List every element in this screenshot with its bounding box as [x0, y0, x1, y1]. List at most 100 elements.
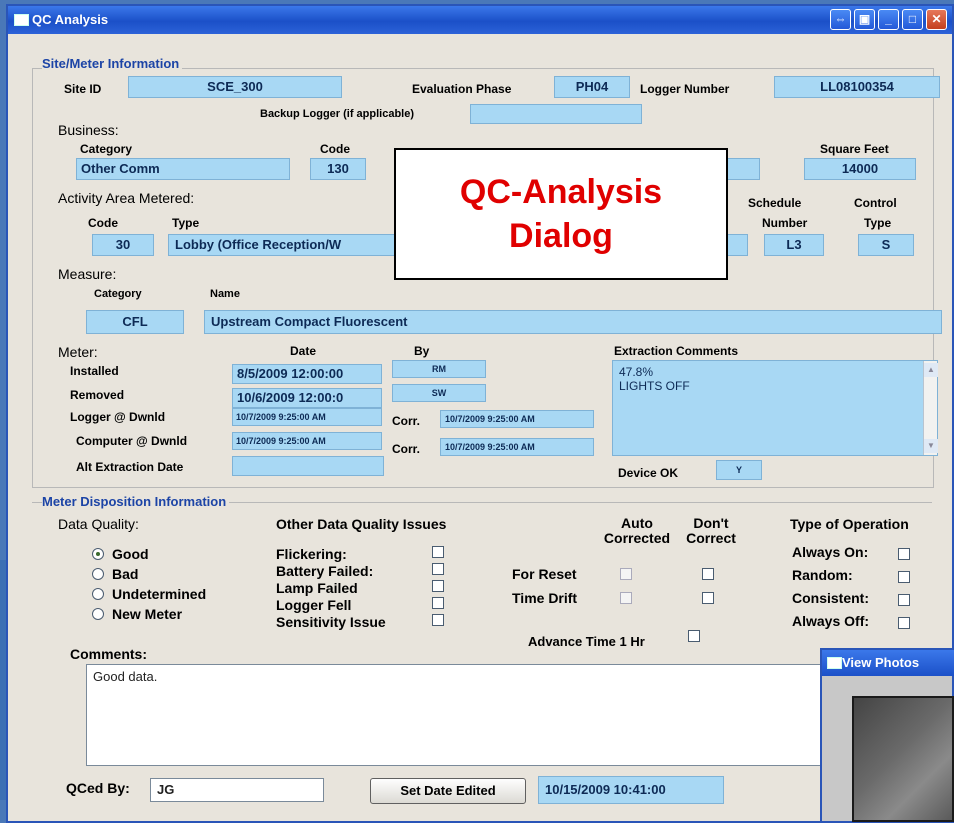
- comments-textarea[interactable]: Good data.: [86, 664, 846, 766]
- qced-by-field[interactable]: JG: [150, 778, 324, 802]
- installed-label: Installed: [70, 364, 119, 378]
- removed-date-field[interactable]: 10/6/2009 12:00:0: [232, 388, 382, 408]
- business-category-field[interactable]: Other Comm: [76, 158, 290, 180]
- device-ok-label: Device OK: [618, 466, 679, 480]
- scroll-up-icon[interactable]: ▲: [924, 363, 938, 377]
- operation-checkbox[interactable]: [898, 594, 910, 606]
- measure-category-field[interactable]: CFL: [86, 310, 184, 334]
- qc-analysis-window: QC Analysis ⇔ ▣ _ □ ✕ Site/Meter Informa…: [6, 4, 954, 823]
- device-ok-field[interactable]: Y: [716, 460, 762, 480]
- measure-name-field[interactable]: Upstream Compact Fluorescent: [204, 310, 942, 334]
- extraction-comments-label: Extraction Comments: [614, 344, 739, 358]
- window-title: QC Analysis: [32, 12, 109, 27]
- issue-checkbox[interactable]: [432, 580, 444, 592]
- business-code-label: Code: [320, 142, 350, 156]
- time-drift-auto-checkbox[interactable]: [620, 592, 632, 604]
- view-photos-title: View Photos: [842, 655, 920, 670]
- control-type-label: Type: [864, 216, 892, 230]
- issue-label: Battery Failed:: [276, 563, 374, 579]
- activity-type-field[interactable]: Lobby (Office Reception/W: [168, 234, 398, 256]
- computer-dwnld-field[interactable]: 10/7/2009 9:25:00 AM: [232, 432, 382, 450]
- extraction-comments-scrollbar[interactable]: ▲ ▼: [923, 361, 938, 455]
- for-reset-dont-checkbox[interactable]: [702, 568, 714, 580]
- issue-label: Sensitivity Issue: [276, 614, 386, 630]
- extraction-comments-field[interactable]: 47.8% LIGHTS OFF: [612, 360, 938, 456]
- comments-label: Comments:: [70, 646, 148, 662]
- site-photo[interactable]: [852, 696, 954, 822]
- advance-time-label: Advance Time 1 Hr: [528, 634, 645, 649]
- logger-corr-field[interactable]: 10/7/2009 9:25:00 AM: [440, 410, 594, 428]
- issue-checkbox[interactable]: [432, 597, 444, 609]
- issue-checkbox[interactable]: [432, 614, 444, 626]
- quality-radio-new-meter[interactable]: [92, 608, 104, 620]
- issue-label: Flickering:: [276, 546, 347, 562]
- removed-by-field[interactable]: SW: [392, 384, 486, 402]
- set-date-edited-button[interactable]: Set Date Edited: [370, 778, 526, 804]
- issue-label: Logger Fell: [276, 597, 352, 613]
- issue-checkbox[interactable]: [432, 546, 444, 558]
- site-id-field[interactable]: SCE_300: [128, 76, 342, 98]
- measure-category-label: Category: [94, 288, 142, 300]
- site-id-label: Site ID: [64, 82, 102, 96]
- alt-extraction-field[interactable]: [232, 456, 384, 476]
- desktop: { "window": {"title": "QC Analysis"}, "s…: [0, 0, 954, 823]
- logger-number-field[interactable]: LL08100354: [774, 76, 940, 98]
- advance-time-checkbox[interactable]: [688, 630, 700, 642]
- time-drift-dont-checkbox[interactable]: [702, 592, 714, 604]
- window-icon: [14, 14, 29, 26]
- installed-date-field[interactable]: 8/5/2009 12:00:00: [232, 364, 382, 384]
- date-edited-field[interactable]: 10/15/2009 10:41:00: [538, 776, 724, 804]
- quality-radio-bad[interactable]: [92, 568, 104, 580]
- square-feet-field[interactable]: 14000: [804, 158, 916, 180]
- computer-dwnld-label: Computer @ Dwnld: [76, 434, 188, 448]
- business-category-label: Category: [80, 142, 133, 156]
- evaluation-phase-field[interactable]: PH04: [554, 76, 630, 98]
- schedule-number-field[interactable]: L3: [764, 234, 824, 256]
- backup-logger-field[interactable]: [470, 104, 642, 124]
- layout-icon[interactable]: ▣: [854, 9, 875, 30]
- control-label: Control: [854, 196, 897, 210]
- quality-radio-good[interactable]: [92, 548, 104, 560]
- control-type-field[interactable]: S: [858, 234, 914, 256]
- issue-checkbox[interactable]: [432, 563, 444, 575]
- time-drift-label: Time Drift: [512, 590, 578, 606]
- installed-by-field[interactable]: RM: [392, 360, 486, 378]
- for-reset-auto-checkbox[interactable]: [620, 568, 632, 580]
- quality-radio-undetermined[interactable]: [92, 588, 104, 600]
- square-feet-label: Square Feet: [820, 142, 889, 156]
- disposition-group-title: Meter Disposition Information: [42, 494, 230, 509]
- quality-option-label: Good: [112, 546, 149, 562]
- schedule-number-label: Number: [762, 216, 808, 230]
- measure-label: Measure:: [58, 266, 117, 282]
- other-issues-label: Other Data Quality Issues: [276, 516, 447, 532]
- schedule-label: Schedule: [748, 196, 802, 210]
- evaluation-phase-label: Evaluation Phase: [412, 82, 512, 96]
- activity-code-field[interactable]: 30: [92, 234, 154, 256]
- restore-icon[interactable]: ⇔: [830, 9, 851, 30]
- operation-checkbox[interactable]: [898, 617, 910, 629]
- quality-option-label: Bad: [112, 566, 139, 582]
- computer-corr-field[interactable]: 10/7/2009 9:25:00 AM: [440, 438, 594, 456]
- view-photos-title-bar[interactable]: View Photos: [822, 650, 954, 676]
- backup-logger-label: Backup Logger (if applicable): [260, 108, 415, 120]
- logger-dwnld-field[interactable]: 10/7/2009 9:25:00 AM: [232, 408, 382, 426]
- operation-checkbox[interactable]: [898, 571, 910, 583]
- quality-option-label: Undetermined: [112, 586, 207, 602]
- logger-number-label: Logger Number: [640, 82, 730, 96]
- scroll-down-icon[interactable]: ▼: [924, 439, 938, 453]
- issue-label: Lamp Failed: [276, 580, 358, 596]
- activity-code-label: Code: [88, 216, 118, 230]
- title-bar[interactable]: QC Analysis ⇔ ▣ _ □ ✕: [8, 6, 952, 34]
- maximize-button[interactable]: □: [902, 9, 923, 30]
- activity-type-label: Type: [172, 216, 200, 230]
- computer-corr-label: Corr.: [392, 442, 421, 456]
- activity-area-label: Activity Area Metered:: [58, 190, 195, 206]
- close-button[interactable]: ✕: [926, 9, 947, 30]
- removed-label: Removed: [70, 388, 125, 402]
- operation-label: Always On:: [792, 544, 869, 560]
- business-code-field[interactable]: 130: [310, 158, 366, 180]
- operation-label: Always Off:: [792, 613, 870, 629]
- qced-by-label: QCed By:: [66, 780, 130, 796]
- minimize-button[interactable]: _: [878, 9, 899, 30]
- operation-checkbox[interactable]: [898, 548, 910, 560]
